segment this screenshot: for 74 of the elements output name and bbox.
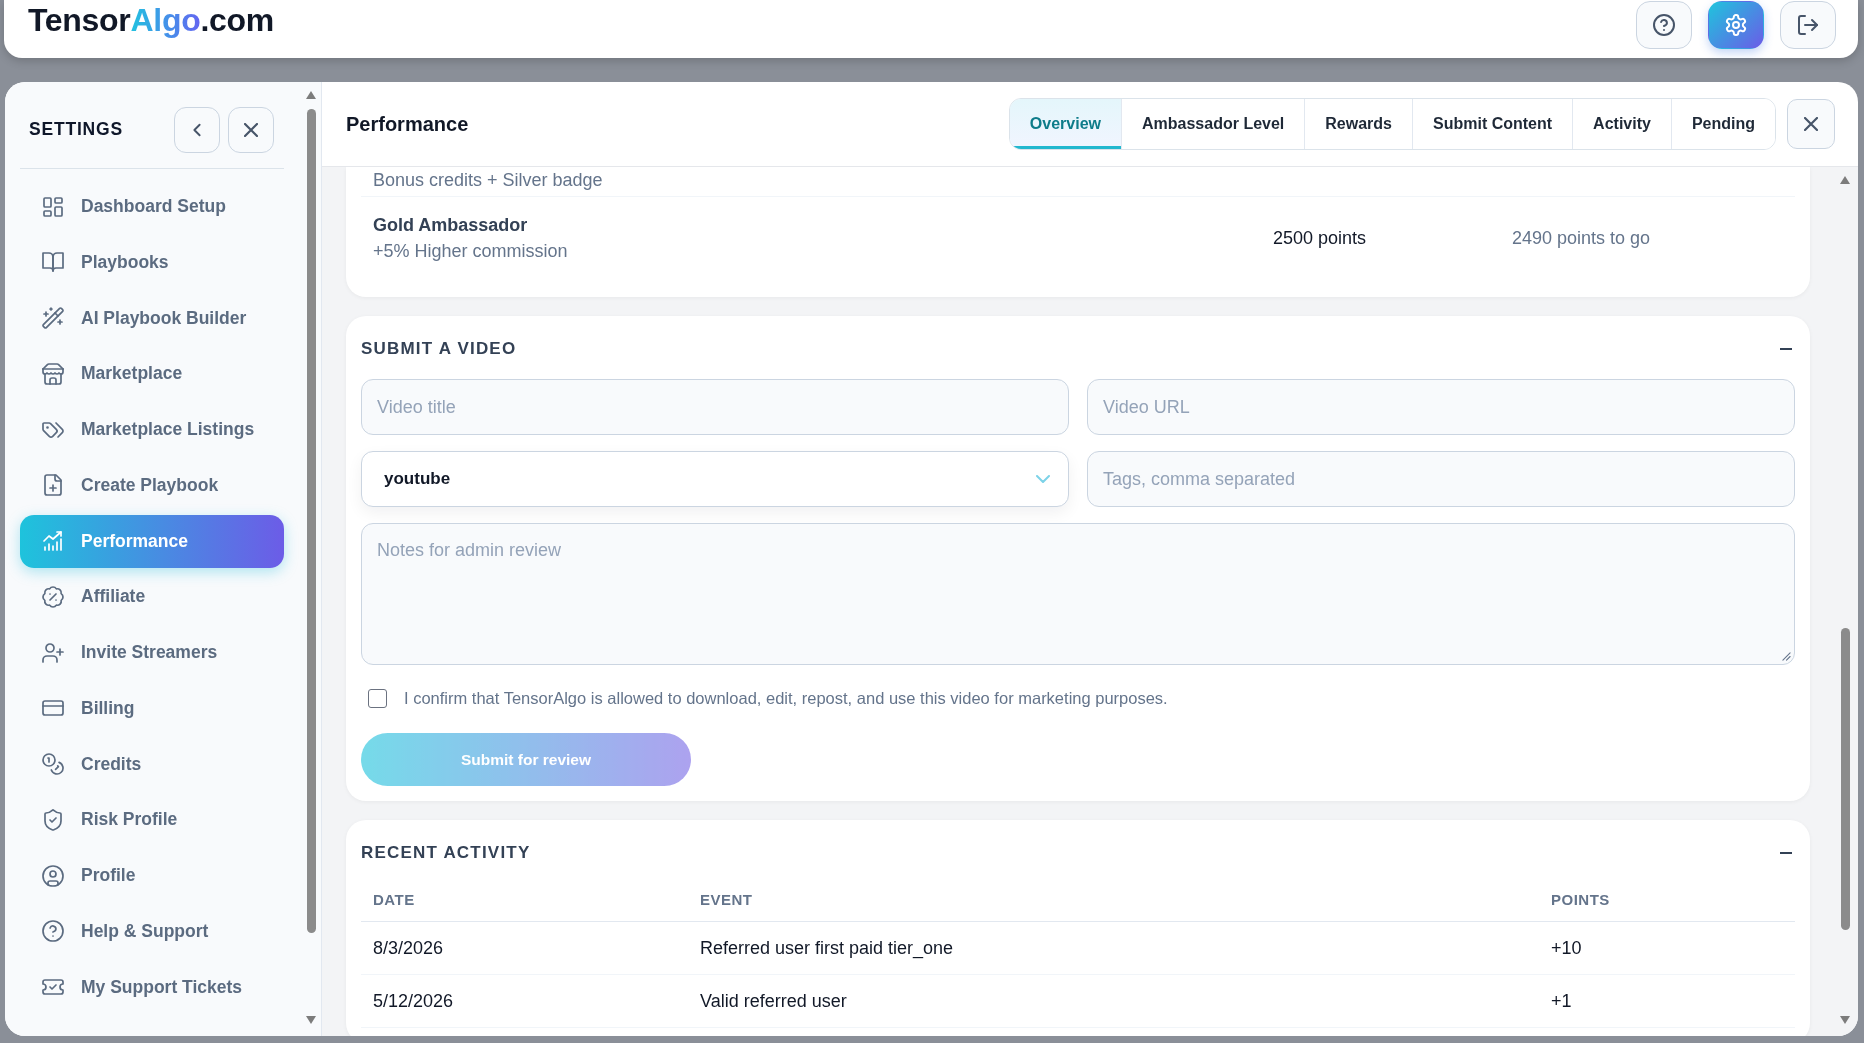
sidebar-item[interactable]: Risk Profile xyxy=(20,793,284,847)
points-remaining: 2490 points to go xyxy=(1512,227,1651,248)
store-icon xyxy=(42,362,64,385)
sidebar-item[interactable]: Marketplace Listings xyxy=(20,403,284,456)
sidebar-item[interactable]: Invite Streamers xyxy=(20,626,284,679)
scroll-up-icon[interactable] xyxy=(306,91,316,99)
sidebar-item[interactable]: AI Playbook Builder xyxy=(20,291,284,345)
notes-field[interactable]: Notes for admin review xyxy=(361,523,1795,665)
level-points: 2500 points xyxy=(1273,227,1367,248)
scrollbar-thumb[interactable] xyxy=(306,109,316,933)
sidebar-item[interactable]: Profile xyxy=(20,849,284,902)
table-cell-text: +1 xyxy=(1550,990,1573,1012)
file-plus-icon xyxy=(42,474,64,497)
logout-button[interactable] xyxy=(1780,1,1836,49)
book-icon xyxy=(42,251,64,274)
sidebar-item[interactable]: Billing xyxy=(20,681,284,735)
shield-check-icon xyxy=(42,808,64,831)
sidebar-item[interactable]: Help & Support xyxy=(20,904,284,958)
sidebar-item[interactable]: Create Playbook xyxy=(20,458,284,512)
close-button[interactable] xyxy=(228,106,274,153)
help-icon xyxy=(42,920,64,943)
panel-title: Performance xyxy=(346,112,469,136)
user-circle-icon xyxy=(42,864,64,887)
sidebar-item[interactable]: Affiliate xyxy=(20,570,284,624)
table-cell-text: Valid referred user xyxy=(699,990,848,1012)
scroll-up-icon[interactable] xyxy=(1840,176,1850,184)
table-cell-text: +10 xyxy=(1550,937,1583,959)
column-header: DATE xyxy=(372,890,416,908)
help-icon xyxy=(1653,14,1675,36)
percent-badge-icon xyxy=(42,585,64,608)
column-header: POINTS xyxy=(1550,890,1611,908)
help-button[interactable] xyxy=(1636,1,1692,49)
tab[interactable]: Overview xyxy=(1009,99,1121,149)
tags-field[interactable]: Tags, comma separated xyxy=(1087,451,1795,507)
sidebar-item[interactable]: Playbooks xyxy=(20,235,284,289)
settings-icon xyxy=(1725,14,1747,36)
level-name: Gold Ambassador xyxy=(373,214,529,236)
sidebar-item[interactable]: My Support Tickets xyxy=(20,960,284,1014)
add-user-icon xyxy=(42,641,64,664)
chevron-down-icon xyxy=(1036,475,1050,483)
settings-title: SETTINGS xyxy=(29,119,123,140)
close-button[interactable] xyxy=(1787,99,1835,149)
consent-checkbox[interactable] xyxy=(368,688,387,708)
level-description: Bonus credits + Silver badge xyxy=(373,169,604,191)
video-title-field[interactable]: Video title xyxy=(361,379,1069,435)
settings-button[interactable] xyxy=(1708,1,1764,49)
ticket-icon xyxy=(42,976,64,998)
coins-icon xyxy=(42,753,64,775)
scroll-down-icon[interactable] xyxy=(1840,1016,1850,1024)
sidebar-item[interactable]: Marketplace xyxy=(20,347,284,401)
section-title: SUBMIT A VIDEO xyxy=(361,339,517,359)
sidebar-item[interactable]: Performance xyxy=(20,514,284,568)
platform-select[interactable]: youtube xyxy=(361,451,1069,507)
chart-icon xyxy=(42,530,64,552)
resize-handle-icon[interactable] xyxy=(1782,652,1791,661)
tab[interactable]: Pending xyxy=(1670,99,1775,149)
magic-wand-icon xyxy=(42,307,64,329)
table-cell-text: 5/12/2026 xyxy=(372,990,455,1012)
close-icon xyxy=(244,122,258,137)
video-url-field[interactable]: Video URL xyxy=(1087,379,1795,435)
scroll-down-icon[interactable] xyxy=(306,1016,316,1024)
scrollbar-thumb[interactable] xyxy=(1840,628,1850,930)
consent-label: I confirm that TensorAlgo is allowed to download, edit, repost, and use this video for marketing purposes. xyxy=(404,688,1168,708)
logout-icon xyxy=(1797,14,1819,36)
sidebar-item[interactable]: Dashboard Setup xyxy=(20,180,284,233)
level-description: +5% Higher commission xyxy=(373,240,569,262)
table-cell-text: 8/3/2026 xyxy=(372,937,445,959)
close-icon xyxy=(1804,117,1818,131)
section-title: RECENT ACTIVITY xyxy=(361,843,531,863)
column-header: EVENT xyxy=(699,890,754,908)
grid-icon xyxy=(42,195,64,218)
logo: TensorAlgo.com xyxy=(28,1,274,40)
sidebar-item[interactable]: Credits xyxy=(20,737,284,791)
table-cell-text: Referred user first paid tier_one xyxy=(699,937,955,959)
